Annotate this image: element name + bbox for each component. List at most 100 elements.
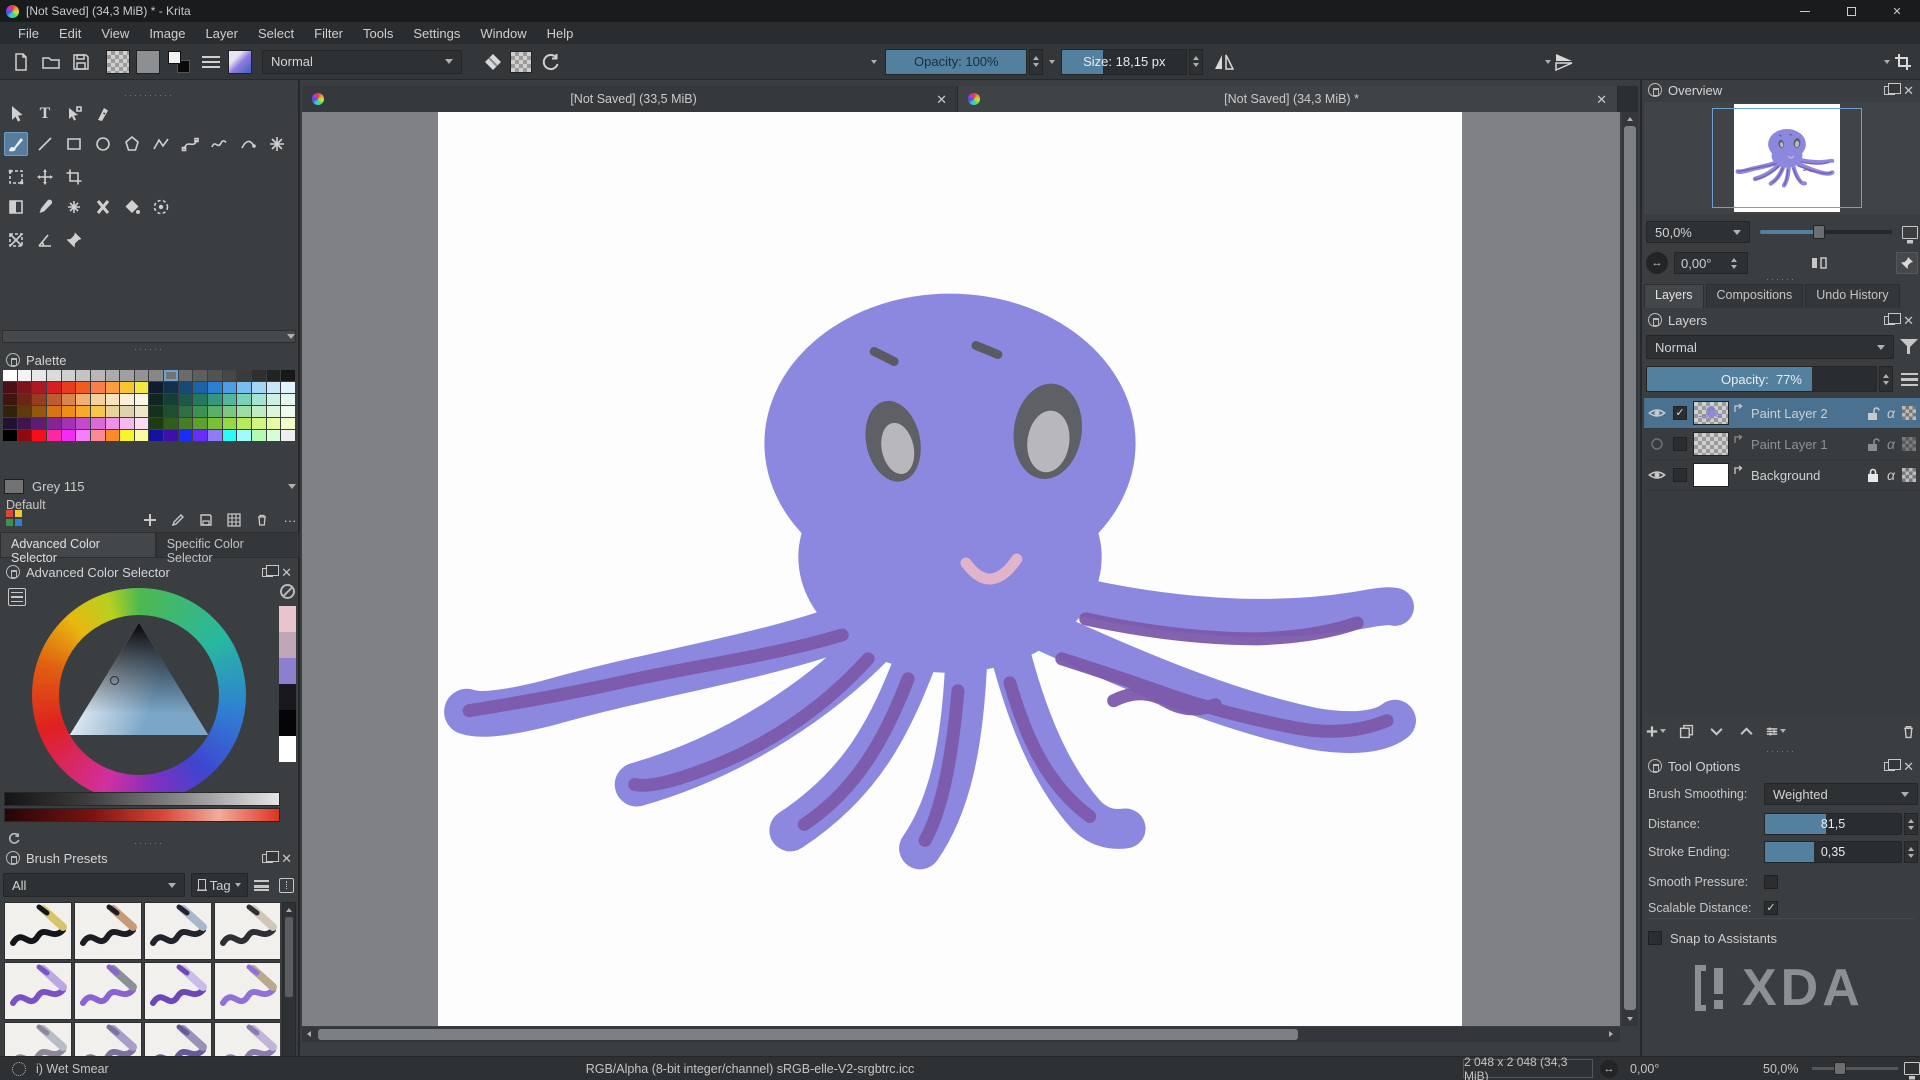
palette-color[interactable]	[179, 370, 193, 381]
duplicate-layer-button[interactable]	[1676, 721, 1696, 741]
delete-color-button[interactable]	[252, 510, 272, 530]
overview-view-rect[interactable]	[1712, 108, 1862, 208]
inherit-alpha-icon[interactable]	[1733, 464, 1745, 476]
close-docker-icon[interactable]: ✕	[1903, 760, 1914, 773]
palette-color[interactable]	[120, 394, 134, 405]
palette-color[interactable]	[179, 394, 193, 405]
palette-color[interactable]	[32, 370, 46, 381]
zoom-dropdown[interactable]: 50,0%	[1646, 221, 1750, 243]
palette-color[interactable]	[18, 406, 32, 417]
brush-preset[interactable]	[144, 962, 212, 1020]
rotation-icon[interactable]: ↔	[1600, 1060, 1618, 1078]
layer-lock-icon[interactable]	[1866, 437, 1880, 452]
palette-color[interactable]	[18, 394, 32, 405]
palette-color[interactable]	[32, 394, 46, 405]
palette-color[interactable]	[32, 418, 46, 429]
palette-color[interactable]	[193, 430, 207, 441]
document-tab-2[interactable]: [Not Saved] (34,3 MiB) * ✕	[958, 86, 1618, 112]
fullscreen-icon[interactable]	[1904, 1062, 1920, 1075]
palette-color[interactable]	[164, 418, 178, 429]
palette-color[interactable]	[237, 406, 251, 417]
delete-layer-button[interactable]	[1898, 721, 1918, 741]
layer-visibility-toggle[interactable]	[1648, 468, 1666, 482]
layer-lock-icon[interactable]	[1866, 406, 1880, 421]
pattern-edit-tool[interactable]	[91, 195, 115, 219]
palette-color[interactable]	[193, 382, 207, 393]
palette-color[interactable]	[62, 406, 76, 417]
fit-to-view-icon[interactable]	[1902, 226, 1918, 239]
option-slider[interactable]: 81,5	[1764, 813, 1902, 835]
palette-color[interactable]	[193, 394, 207, 405]
palette-set-icon[interactable]	[6, 510, 22, 526]
scrollbar-thumb[interactable]	[285, 917, 293, 997]
lock-docker-icon[interactable]	[1648, 83, 1662, 97]
palette-color[interactable]	[135, 418, 149, 429]
lock-docker-icon[interactable]	[6, 565, 20, 579]
palette-color[interactable]	[91, 370, 105, 381]
scroll-up-icon[interactable]	[1623, 112, 1637, 126]
palette-color[interactable]	[252, 382, 266, 393]
option-spinner[interactable]	[1904, 841, 1918, 863]
layer-thumbnail[interactable]	[1693, 463, 1729, 487]
fill-tool[interactable]	[120, 195, 144, 219]
palette-color[interactable]	[267, 418, 281, 429]
palette-color[interactable]	[76, 394, 90, 405]
add-color-button[interactable]	[140, 510, 160, 530]
palette-color[interactable]	[47, 394, 61, 405]
gradient-chooser[interactable]	[106, 50, 130, 74]
toolbox-collapse-bar[interactable]	[2, 330, 296, 343]
tab-undo-history[interactable]: Undo History	[1805, 284, 1899, 308]
close-tab-icon[interactable]: ✕	[1596, 93, 1607, 106]
selector-settings-button[interactable]	[8, 588, 26, 606]
palette-color[interactable]	[252, 406, 266, 417]
palette-color[interactable]	[237, 394, 251, 405]
opacity-slider[interactable]: Opacity: 100%	[885, 49, 1027, 75]
rectangle-tool[interactable]	[62, 132, 86, 156]
ellipse-tool[interactable]	[91, 132, 115, 156]
palette-color[interactable]	[267, 430, 281, 441]
palette-color[interactable]	[267, 406, 281, 417]
palette-color[interactable]	[149, 406, 163, 417]
palette-color[interactable]	[179, 418, 193, 429]
palette-color[interactable]	[252, 370, 266, 381]
tab-layers[interactable]: Layers	[1644, 284, 1704, 308]
menu-window[interactable]: Window	[470, 24, 536, 43]
alpha-lock-icon[interactable]: α	[1887, 467, 1895, 483]
float-docker-icon[interactable]	[1884, 86, 1895, 95]
palette-color[interactable]	[179, 382, 193, 393]
palette-color[interactable]	[91, 394, 105, 405]
alpha-channel-icon[interactable]	[1902, 437, 1916, 451]
layer-visibility-toggle[interactable]	[1648, 406, 1666, 420]
palette-color[interactable]	[3, 382, 17, 393]
current-color-swatch[interactable]	[4, 479, 24, 494]
palette-color[interactable]	[223, 370, 237, 381]
palette-color[interactable]	[135, 382, 149, 393]
zoom-slider-knob[interactable]	[1834, 1062, 1846, 1075]
enclose-fill-tool[interactable]	[149, 195, 173, 219]
palette-color[interactable]	[281, 406, 295, 417]
calligraphy-tool[interactable]	[91, 102, 115, 126]
menu-help[interactable]: Help	[537, 24, 584, 43]
palette-color[interactable]	[281, 418, 295, 429]
palette-color[interactable]	[164, 394, 178, 405]
reload-preset-button[interactable]	[538, 49, 564, 75]
canvas[interactable]	[438, 112, 1462, 1026]
palette-color[interactable]	[3, 430, 17, 441]
palette-color[interactable]	[120, 382, 134, 393]
layer-thumbnail[interactable]	[1693, 401, 1729, 425]
palette-color[interactable]	[106, 394, 120, 405]
brush-preset[interactable]	[214, 902, 280, 960]
palette-color[interactable]	[106, 406, 120, 417]
reload-dropdown-icon[interactable]	[871, 60, 877, 64]
color-history-strip[interactable]	[4, 808, 280, 822]
palette-color[interactable]	[91, 418, 105, 429]
palette-color[interactable]	[149, 418, 163, 429]
pin-docker-button[interactable]	[1896, 252, 1918, 274]
inherit-alpha-icon[interactable]	[1733, 402, 1745, 414]
layer-lock-icon[interactable]	[1866, 468, 1880, 483]
brush-preset[interactable]	[214, 962, 280, 1020]
palette-color[interactable]	[76, 418, 90, 429]
palette-color[interactable]	[164, 430, 178, 441]
lock-docker-icon[interactable]	[6, 353, 20, 367]
scrollbar-thumb[interactable]	[318, 1029, 1298, 1040]
